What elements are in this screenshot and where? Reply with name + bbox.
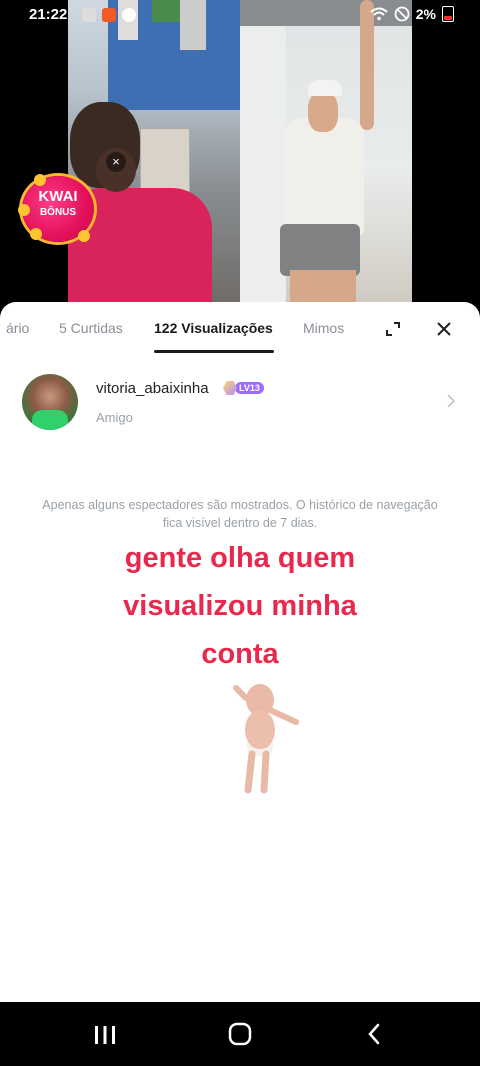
home-icon[interactable]: [228, 1022, 252, 1046]
tab-comments[interactable]: ário: [6, 320, 29, 336]
meme-line-2: visualizou minha: [123, 590, 357, 622]
tab-gifts[interactable]: Mimos: [303, 320, 344, 336]
tab-likes[interactable]: 5 Curtidas: [59, 320, 123, 336]
viewers-sheet: ário 5 Curtidas 122 Visualizações Mimos …: [0, 302, 480, 1002]
status-bar: 21:22 2%: [0, 0, 480, 32]
level-hex-icon: [223, 381, 237, 395]
sheet-tabs: ário 5 Curtidas 122 Visualizações Mimos: [0, 302, 480, 354]
live-video-area[interactable]: [0, 0, 480, 310]
level-label: LV13: [235, 382, 264, 394]
notice-line-2: fica visível dentro de 7 dias.: [162, 516, 318, 530]
viewers-notice: Apenas alguns espectadores são mostrados…: [0, 496, 480, 532]
meme-line-1: gente olha quem: [124, 542, 356, 574]
chevron-right-icon[interactable]: [444, 392, 458, 410]
dancing-baby-sticker: [233, 684, 299, 794]
viewer-username[interactable]: vitoria_abaixinha: [96, 380, 209, 397]
tab-views[interactable]: 122 Visualizações: [154, 320, 273, 336]
kwai-bonus-subtitle: BÔNUS: [39, 207, 77, 218]
notification-icons: [82, 8, 136, 22]
recent-apps-icon[interactable]: [92, 1024, 118, 1046]
back-icon[interactable]: [366, 1022, 382, 1046]
meme-caption: gente olha quem visualizou minha conta: [0, 534, 480, 678]
video-feed-left: [68, 0, 240, 310]
wifi-icon: [370, 7, 388, 21]
battery-percent: 2%: [415, 6, 436, 22]
viewer-row[interactable]: vitoria_abaixinha LV13 Amigo: [0, 368, 480, 438]
close-icon[interactable]: [434, 319, 454, 339]
meme-line-3: conta: [201, 638, 279, 670]
notice-line-1: Apenas alguns espectadores são mostrados…: [42, 498, 438, 512]
app-notification-icon: [102, 8, 116, 22]
kwai-bonus-badge[interactable]: KWAI BÔNUS ×: [18, 152, 126, 242]
avatar[interactable]: [22, 374, 78, 430]
app-notification-icon: [122, 8, 136, 22]
system-nav-bar: [0, 1002, 480, 1066]
close-bonus-icon[interactable]: ×: [106, 152, 126, 172]
kwai-bonus-title: KWAI: [38, 188, 78, 205]
active-tab-indicator: [154, 350, 274, 353]
level-badge: LV13: [223, 381, 264, 395]
do-not-disturb-icon: [394, 6, 410, 22]
app-notification-icon: [82, 8, 96, 22]
battery-icon: [442, 6, 454, 22]
viewer-relation: Amigo: [96, 410, 133, 425]
video-feed-right: [240, 0, 412, 310]
expand-icon[interactable]: [384, 320, 402, 338]
status-time: 21:22: [29, 6, 68, 23]
